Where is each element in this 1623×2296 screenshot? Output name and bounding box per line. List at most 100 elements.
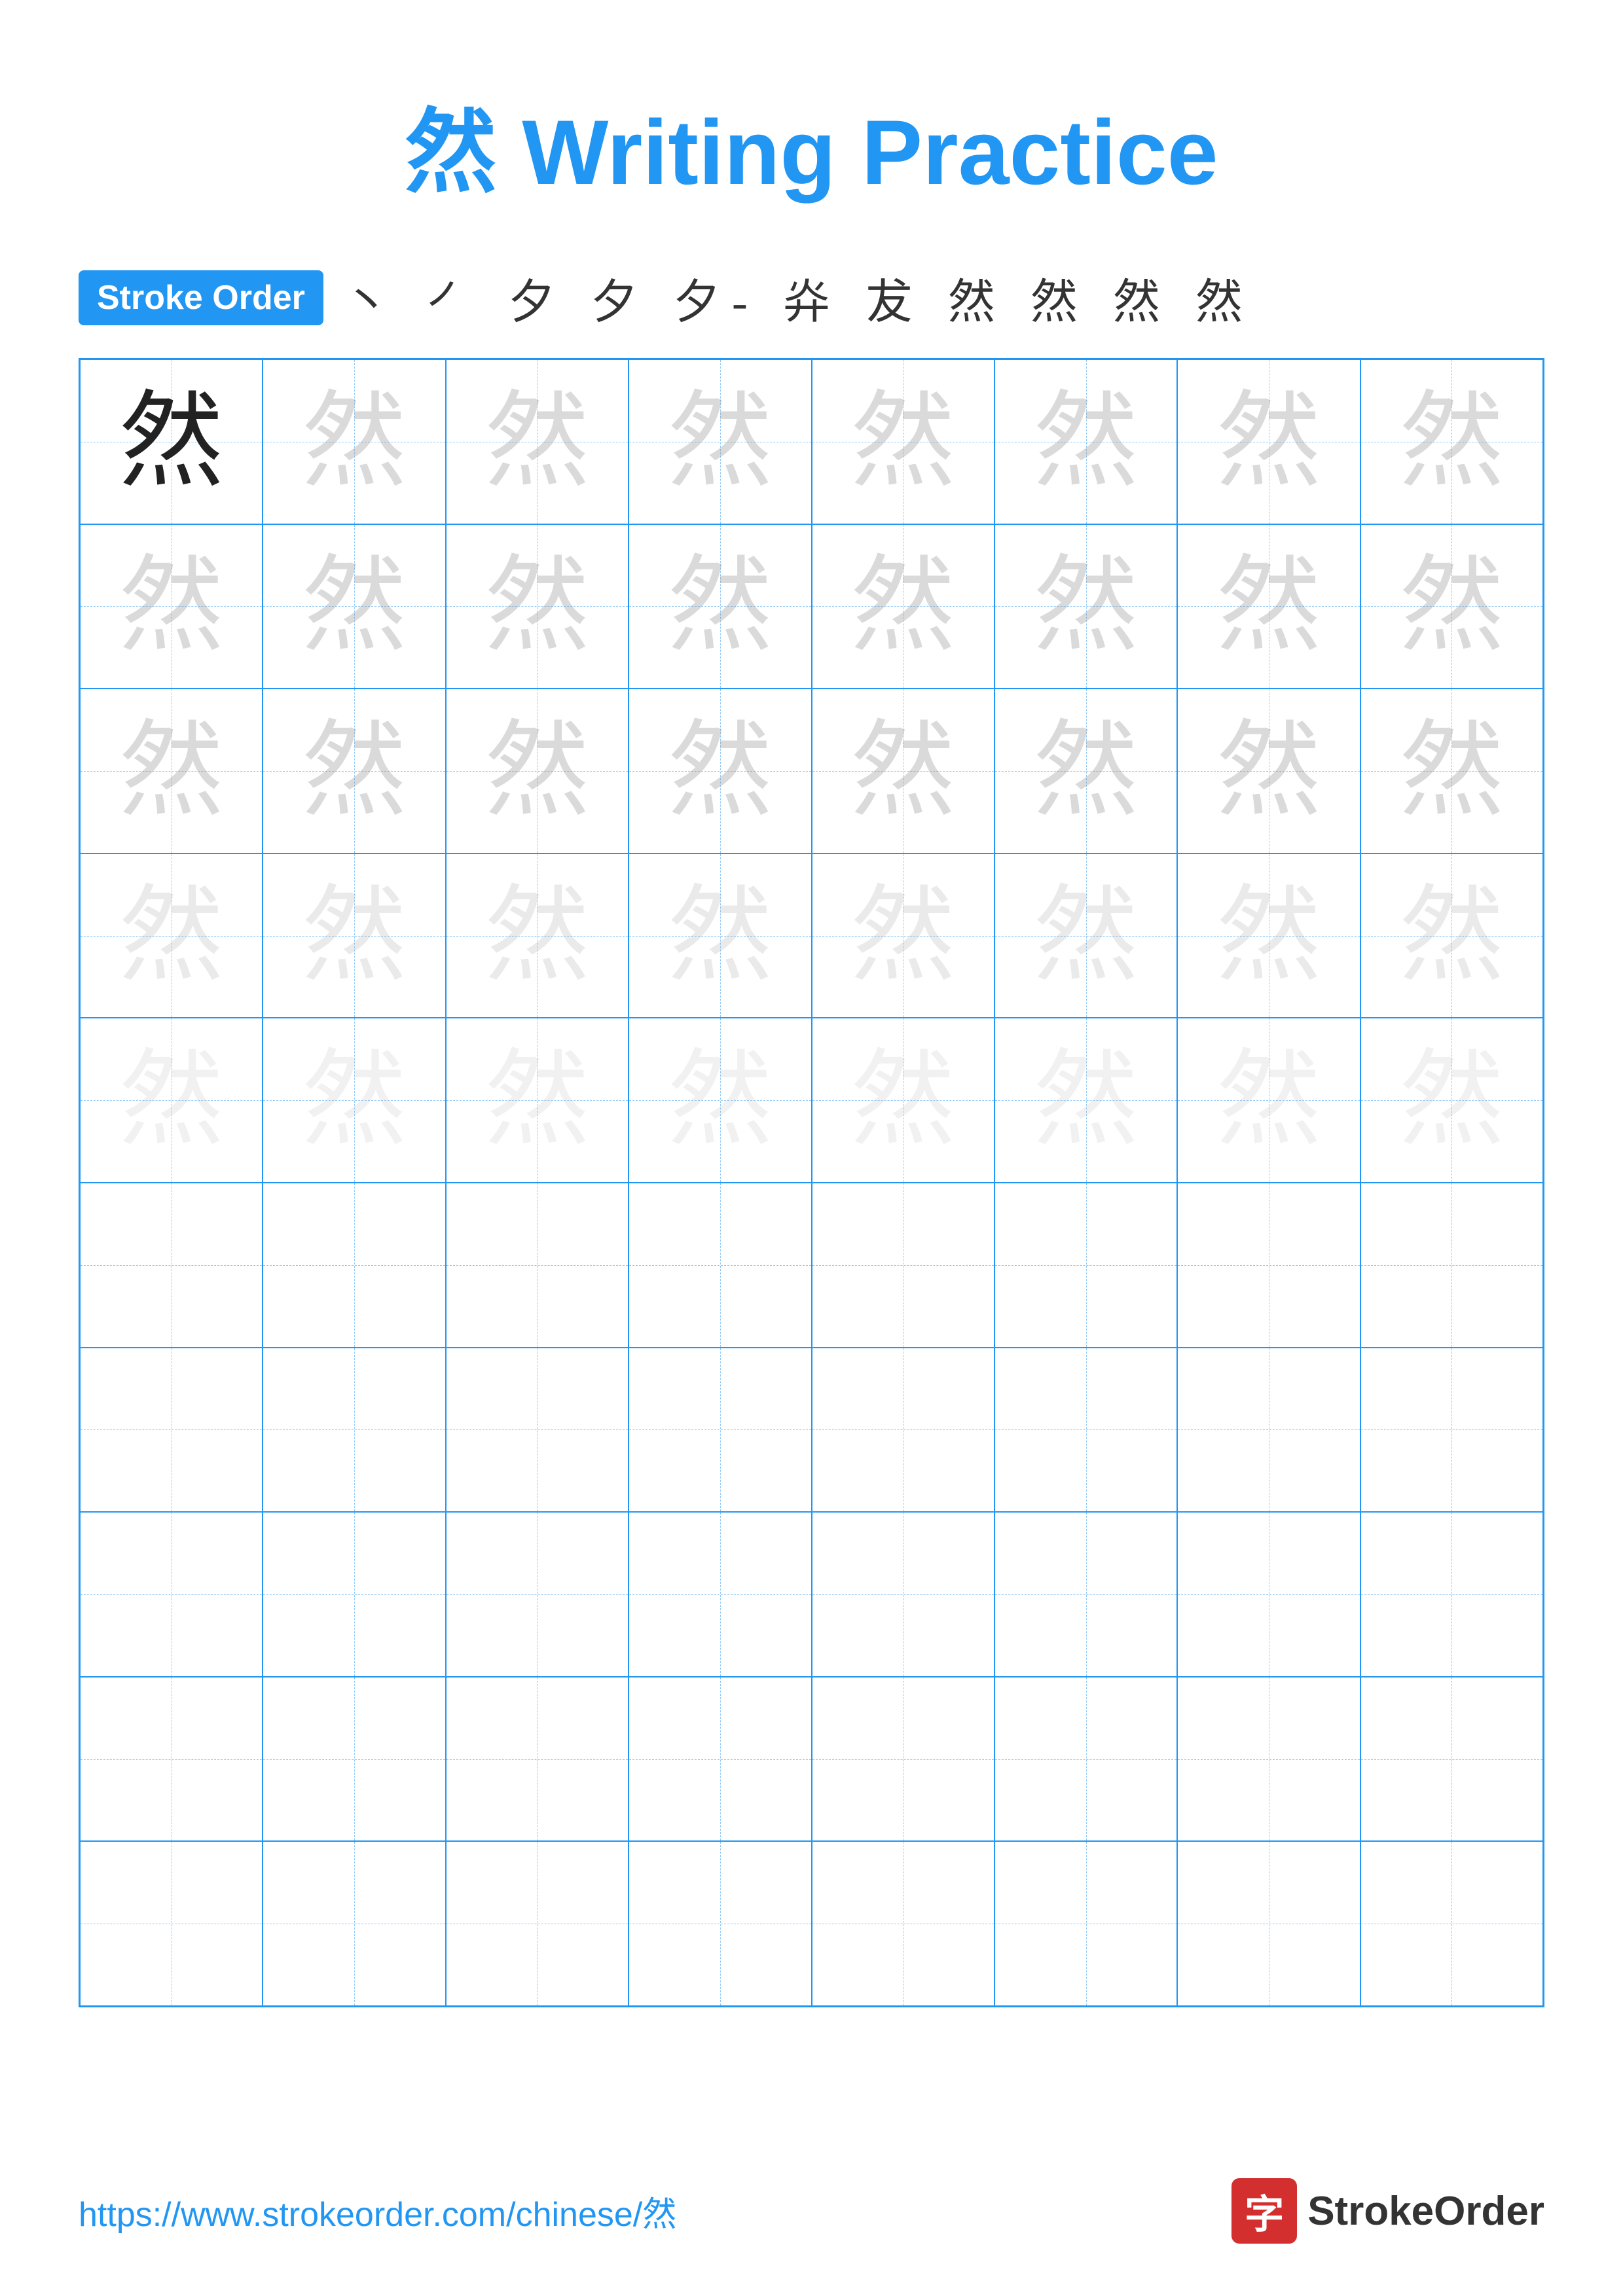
grid-cell[interactable] [80,1512,263,1677]
grid-cell[interactable]: 然 [446,689,629,853]
grid-cell[interactable] [812,1677,994,1842]
grid-cell[interactable]: 然 [812,359,994,524]
grid-cell[interactable] [446,1841,629,2006]
grid-cell[interactable]: 然 [263,524,445,689]
grid-cell[interactable] [446,1677,629,1842]
stroke-sequence: 丶 ㇒ 夕 夕 夕- 灷 犮 然 然 然 然 [343,263,1254,332]
grid-cell[interactable] [629,1677,811,1842]
grid-cell[interactable] [994,1348,1177,1513]
grid-cell[interactable] [263,1512,445,1677]
grid-cell[interactable]: 然 [629,689,811,853]
grid-cell[interactable] [80,1348,263,1513]
grid-cell[interactable] [1177,1348,1360,1513]
grid-cell[interactable]: 然 [629,1018,811,1183]
grid-cell[interactable] [812,1841,994,2006]
grid-cell[interactable] [629,1841,811,2006]
practice-character: 然 [850,884,955,988]
grid-cell[interactable]: 然 [263,1018,445,1183]
grid-cell[interactable] [446,1512,629,1677]
grid-cell[interactable]: 然 [994,853,1177,1018]
grid-cell[interactable]: 然 [80,853,263,1018]
grid-cell[interactable]: 然 [1177,689,1360,853]
grid-cell[interactable]: 然 [812,1018,994,1183]
grid-cell[interactable] [812,1348,994,1513]
grid-cell[interactable] [446,1348,629,1513]
grid-cell[interactable]: 然 [446,359,629,524]
practice-character: 然 [1034,1048,1139,1153]
grid-cell[interactable] [994,1677,1177,1842]
grid-cell[interactable]: 然 [994,524,1177,689]
footer: https://www.strokeorder.com/chinese/然 字 … [79,2178,1544,2244]
grid-cell[interactable] [629,1512,811,1677]
grid-cell[interactable] [812,1512,994,1677]
grid-cell[interactable]: 然 [80,524,263,689]
practice-character: 然 [668,1048,773,1153]
grid-cell[interactable] [1177,1183,1360,1348]
grid-cell[interactable] [1360,1677,1543,1842]
grid-cell[interactable]: 然 [1360,1018,1543,1183]
grid-cell[interactable]: 然 [80,689,263,853]
practice-character: 然 [1034,884,1139,988]
practice-character: 然 [1034,719,1139,823]
grid-cell[interactable] [1177,1512,1360,1677]
grid-cell[interactable] [446,1183,629,1348]
practice-character: 然 [119,389,224,494]
practice-character: 然 [119,554,224,658]
grid-cell[interactable]: 然 [1360,359,1543,524]
grid-cell[interactable]: 然 [994,359,1177,524]
grid-cell[interactable] [994,1183,1177,1348]
grid-cell[interactable] [263,1677,445,1842]
grid-cell[interactable]: 然 [1360,689,1543,853]
grid-cell[interactable]: 然 [446,524,629,689]
grid-cell[interactable]: 然 [994,1018,1177,1183]
grid-cell[interactable] [1360,1512,1543,1677]
practice-character: 然 [668,719,773,823]
grid-cell[interactable] [812,1183,994,1348]
practice-character: 然 [1216,389,1321,494]
grid-cell[interactable]: 然 [1177,853,1360,1018]
practice-character: 然 [302,719,407,823]
grid-cell[interactable]: 然 [629,524,811,689]
practice-character: 然 [484,554,589,658]
practice-character: 然 [668,884,773,988]
practice-grid: 然然然然然然然然然然然然然然然然然然然然然然然然然然然然然然然然然然然然然然然然 [79,358,1544,2007]
grid-cell[interactable] [263,1348,445,1513]
grid-cell[interactable]: 然 [812,689,994,853]
grid-cell[interactable]: 然 [1177,359,1360,524]
grid-cell[interactable] [263,1183,445,1348]
grid-cell[interactable] [994,1512,1177,1677]
grid-cell[interactable]: 然 [446,853,629,1018]
grid-cell[interactable] [1360,1348,1543,1513]
grid-cell[interactable] [80,1677,263,1842]
grid-cell[interactable]: 然 [263,689,445,853]
grid-cell[interactable] [629,1348,811,1513]
grid-cell[interactable] [1360,1841,1543,2006]
grid-cell[interactable]: 然 [80,359,263,524]
grid-cell[interactable]: 然 [446,1018,629,1183]
grid-cell[interactable] [1177,1677,1360,1842]
grid-cell[interactable] [1360,1183,1543,1348]
practice-character: 然 [302,884,407,988]
grid-cell[interactable]: 然 [812,524,994,689]
grid-cell[interactable]: 然 [994,689,1177,853]
grid-cell[interactable]: 然 [80,1018,263,1183]
brand-name: StrokeOrder [1307,2188,1544,2234]
grid-cell[interactable]: 然 [1177,524,1360,689]
practice-character: 然 [119,1048,224,1153]
grid-cell[interactable] [263,1841,445,2006]
grid-cell[interactable] [80,1183,263,1348]
grid-cell[interactable]: 然 [629,359,811,524]
grid-cell[interactable] [629,1183,811,1348]
grid-cell[interactable]: 然 [263,359,445,524]
grid-cell[interactable] [80,1841,263,2006]
grid-cell[interactable]: 然 [1360,853,1543,1018]
grid-cell[interactable]: 然 [812,853,994,1018]
grid-cell[interactable]: 然 [629,853,811,1018]
grid-cell[interactable] [994,1841,1177,2006]
grid-cell[interactable]: 然 [1177,1018,1360,1183]
practice-character: 然 [1399,1048,1504,1153]
grid-cell[interactable]: 然 [263,853,445,1018]
grid-cell[interactable]: 然 [1360,524,1543,689]
grid-cell[interactable] [1177,1841,1360,2006]
practice-character: 然 [850,1048,955,1153]
